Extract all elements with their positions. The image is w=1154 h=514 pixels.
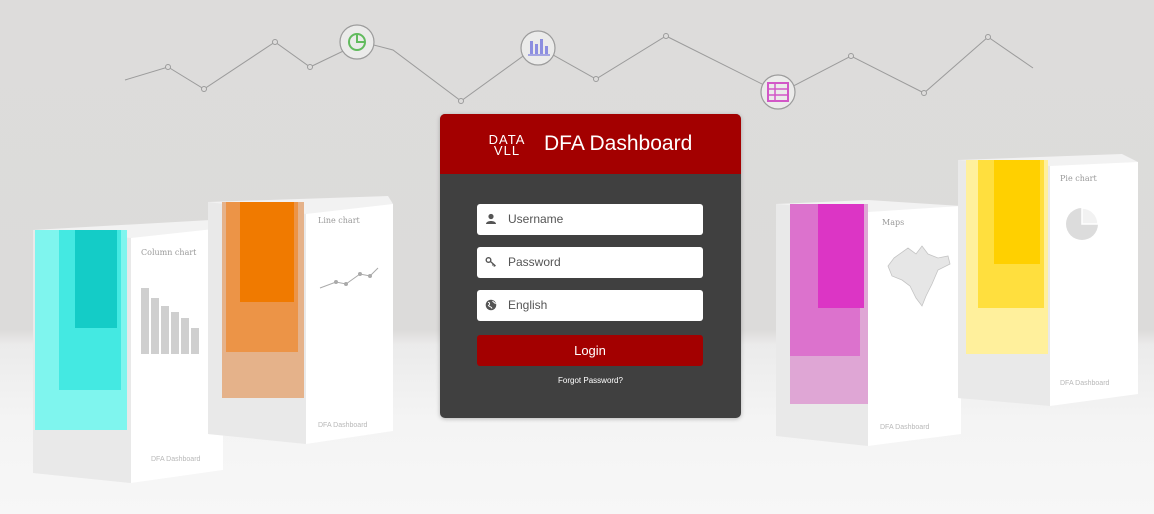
globe-icon [485, 299, 497, 311]
pie-chart-icon [339, 24, 375, 60]
box-brand: DFA Dashboard [151, 456, 201, 463]
login-page: Column chart DFA Dashboard Line chart DF… [0, 0, 1154, 514]
password-field[interactable]: Password [477, 247, 703, 278]
box-brand: DFA Dashboard [880, 424, 930, 431]
brand-logo: DATA VLL [486, 133, 528, 157]
bar-chart-icon [520, 30, 556, 66]
maps-box: Maps DFA Dashboard [776, 196, 961, 448]
box-label: Pie chart [1060, 174, 1097, 183]
box-label: Line chart [318, 216, 360, 225]
column-chart-box: Column chart DFA Dashboard [33, 218, 223, 484]
username-placeholder: Username [508, 212, 564, 226]
language-select[interactable]: English [477, 290, 703, 321]
box-brand: DFA Dashboard [318, 422, 368, 429]
login-header: DATA VLL DFA Dashboard [440, 114, 741, 174]
forgot-password-link[interactable]: Forgot Password? [440, 376, 741, 385]
pie-chart-box: Pie chart DFA Dashboard [958, 154, 1138, 408]
login-button[interactable]: Login [477, 335, 703, 366]
app-title: DFA Dashboard [544, 132, 693, 155]
box-label: Column chart [141, 248, 197, 257]
password-placeholder: Password [508, 255, 561, 269]
login-panel: DATA VLL DFA Dashboard Username Password [440, 114, 741, 418]
username-field[interactable]: Username [477, 204, 703, 235]
list-icon [760, 74, 796, 110]
language-value: English [508, 298, 548, 312]
box-label: Maps [882, 218, 905, 227]
user-icon [486, 213, 496, 224]
key-icon [485, 257, 496, 267]
line-chart-box: Line chart DFA Dashboard [208, 196, 393, 446]
box-brand: DFA Dashboard [1060, 380, 1110, 387]
